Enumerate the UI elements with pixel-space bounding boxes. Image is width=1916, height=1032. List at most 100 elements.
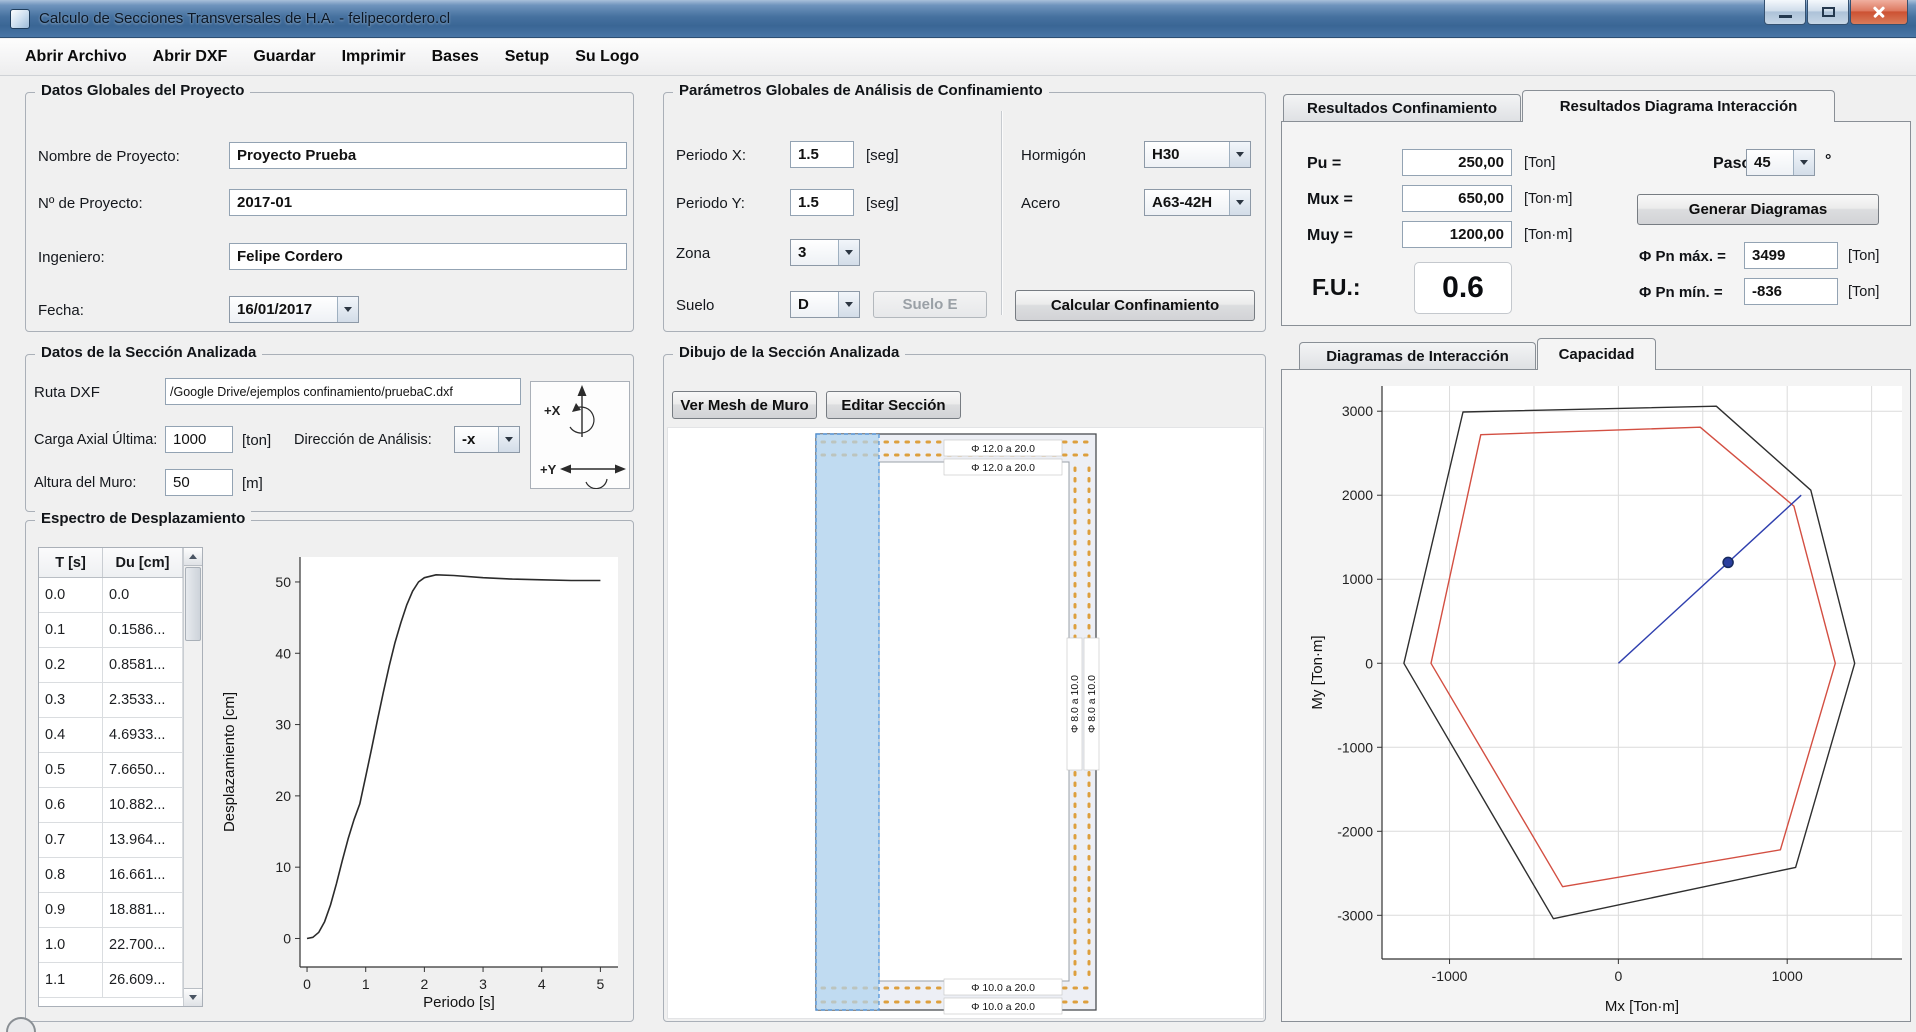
tab-resultados-confinamiento[interactable]: Resultados Confinamiento [1283, 94, 1521, 121]
table-cell: 16.661... [103, 858, 183, 892]
scroll-thumb[interactable] [185, 567, 201, 641]
altura-muro-input[interactable] [165, 469, 233, 496]
paso-unit: ° [1825, 152, 1831, 170]
tab-diagramas-interaccion[interactable]: Diagramas de Interacción [1299, 342, 1536, 369]
table-cell: 4.6933... [103, 718, 183, 752]
confined-zone-highlight[interactable] [816, 434, 879, 1010]
table-row[interactable]: 0.816.661... [39, 858, 183, 893]
table-cell: 0.1586... [103, 613, 183, 647]
column-header-du[interactable]: Du [cm] [103, 548, 183, 577]
ingeniero-input[interactable] [229, 243, 627, 270]
carga-axial-input[interactable] [165, 426, 233, 453]
periodo-y-input[interactable] [790, 189, 854, 216]
scroll-down-button[interactable] [184, 988, 202, 1006]
tab-capacidad[interactable]: Capacidad [1537, 338, 1656, 370]
suelo-value: D [791, 292, 838, 317]
table-row[interactable]: 1.022.700... [39, 928, 183, 963]
scroll-down-icon [189, 995, 197, 1000]
menu-item-su-logo[interactable]: Su Logo [562, 42, 652, 72]
espectro-table-header: T [s] Du [cm] [39, 548, 183, 578]
generar-diagramas-button[interactable]: Generar Diagramas [1637, 194, 1879, 225]
group-dibujo: Dibujo de la Sección Analizada Ver Mesh … [663, 354, 1266, 1022]
tab-resultados-diagrama-interaccion[interactable]: Resultados Diagrama Interacción [1522, 90, 1835, 122]
direccion-select[interactable]: -x [454, 426, 520, 453]
table-cell: 0.1 [39, 613, 103, 647]
menu-item-abrir-archivo[interactable]: Abrir Archivo [12, 42, 140, 72]
paso-select[interactable]: 45 [1746, 149, 1815, 176]
table-row[interactable]: 0.32.3533... [39, 683, 183, 718]
app-window: Calculo de Secciones Transversales de H.… [0, 0, 1916, 1032]
fecha-select[interactable]: 16/01/2017 [229, 296, 359, 323]
scroll-track[interactable] [184, 642, 202, 988]
zona-label: Zona [676, 245, 710, 262]
svg-text:-2000: -2000 [1337, 823, 1373, 839]
table-row[interactable]: 0.20.8581... [39, 648, 183, 683]
table-row[interactable]: 0.918.881... [39, 893, 183, 928]
calcular-confinamiento-button[interactable]: Calcular Confinamiento [1015, 290, 1255, 321]
nombre-proyecto-label: Nombre de Proyecto: [38, 148, 180, 165]
editar-seccion-button[interactable]: Editar Sección [826, 391, 961, 419]
menu-item-guardar[interactable]: Guardar [240, 42, 328, 72]
dropdown-arrow-icon [838, 292, 859, 317]
panel-capacidad: -100001000-3000-2000-10000100020003000Mx… [1281, 369, 1911, 1022]
table-row[interactable]: 1.126.609... [39, 963, 183, 998]
menu-item-abrir-dxf[interactable]: Abrir DXF [140, 42, 241, 72]
ver-mesh-button[interactable]: Ver Mesh de Muro [672, 391, 817, 419]
table-row[interactable]: 0.00.0 [39, 578, 183, 613]
numero-proyecto-input[interactable] [229, 189, 627, 216]
scroll-up-button[interactable] [184, 548, 202, 566]
group-datos-globales: Datos Globales del Proyecto Nombre de Pr… [25, 92, 634, 332]
group-parametros: Parámetros Globales de Análisis de Confi… [663, 92, 1266, 332]
table-row[interactable]: 0.610.882... [39, 788, 183, 823]
zona-select[interactable]: 3 [790, 239, 860, 266]
ruta-dxf-input[interactable] [165, 378, 521, 405]
suelo-e-button[interactable]: Suelo E [873, 291, 987, 318]
pn-min-label: Φ Pn mín. = [1639, 284, 1723, 301]
pn-max-input[interactable] [1744, 242, 1838, 269]
rebar-label-web-2: Φ 8.0 a 10.0 [1086, 675, 1098, 733]
menu-item-setup[interactable]: Setup [492, 42, 562, 72]
menu-item-imprimir[interactable]: Imprimir [329, 42, 419, 72]
table-scrollbar[interactable] [183, 548, 202, 1006]
svg-text:-1000: -1000 [1337, 739, 1373, 755]
muy-input[interactable] [1402, 221, 1512, 248]
nombre-proyecto-input[interactable] [229, 142, 627, 169]
close-button[interactable] [1850, 0, 1908, 25]
zona-value: 3 [791, 240, 838, 265]
svg-text:3: 3 [479, 976, 487, 992]
hormigon-select[interactable]: H30 [1144, 141, 1251, 168]
svg-text:10: 10 [275, 859, 291, 875]
group-title-datos-seccion: Datos de la Sección Analizada [35, 344, 262, 361]
maximize-button[interactable] [1807, 0, 1849, 25]
acero-label: Acero [1021, 195, 1060, 212]
dropdown-arrow-icon [1229, 142, 1250, 167]
suelo-select[interactable]: D [790, 291, 860, 318]
mux-input[interactable] [1402, 185, 1512, 212]
table-cell: 18.881... [103, 893, 183, 927]
spectrum-chart: 01234501020304050Periodo [s]Desplazamien… [212, 543, 630, 1017]
group-title-parametros: Parámetros Globales de Análisis de Confi… [673, 82, 1049, 99]
fu-value: 0.6 [1414, 262, 1512, 314]
svg-text:Periodo [s]: Periodo [s] [423, 994, 495, 1011]
acero-select[interactable]: A63-42H [1144, 189, 1251, 216]
table-row[interactable]: 0.57.6650... [39, 753, 183, 788]
demand-point-marker [1723, 557, 1733, 567]
espectro-table: T [s] Du [cm] 0.00.00.10.1586...0.20.858… [38, 547, 203, 1007]
table-row[interactable]: 0.713.964... [39, 823, 183, 858]
pn-min-input[interactable] [1744, 278, 1838, 305]
periodo-x-label: Periodo X: [676, 147, 746, 164]
menu-item-bases[interactable]: Bases [419, 42, 492, 72]
svg-text:0: 0 [283, 930, 291, 946]
periodo-x-input[interactable] [790, 141, 854, 168]
column-header-t[interactable]: T [s] [39, 548, 103, 577]
pu-input[interactable] [1402, 149, 1512, 176]
svg-text:-3000: -3000 [1337, 907, 1373, 923]
minimize-button[interactable] [1764, 0, 1806, 25]
svg-text:0: 0 [1614, 968, 1622, 984]
app-icon [10, 9, 30, 29]
section-drawing: Φ 12.0 a 20.0 Φ 12.0 a 20.0 Φ 8.0 a 10.0… [668, 428, 1265, 1020]
window-controls [1764, 0, 1908, 25]
table-row[interactable]: 0.44.6933... [39, 718, 183, 753]
rebar-label-bottom-2: Φ 10.0 a 20.0 [971, 1001, 1035, 1013]
table-row[interactable]: 0.10.1586... [39, 613, 183, 648]
